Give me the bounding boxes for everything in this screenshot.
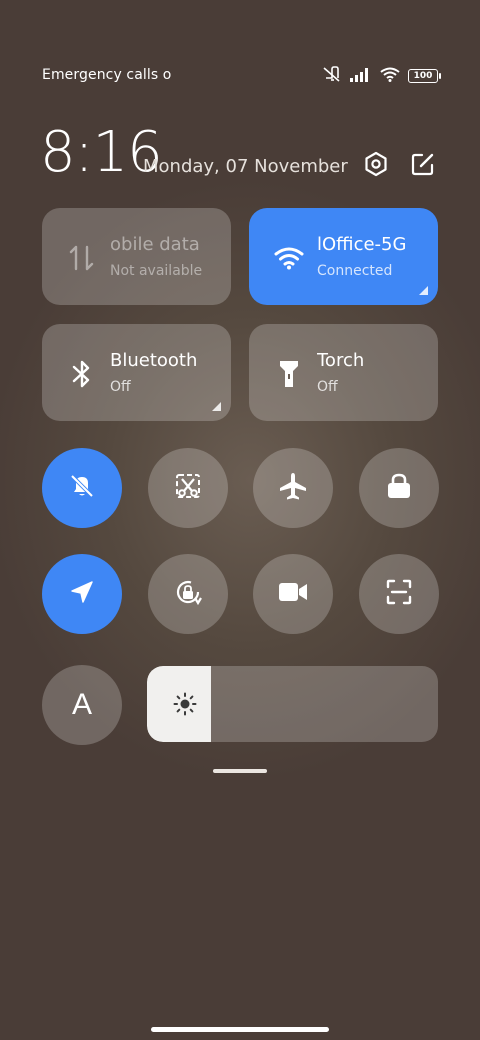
tile-torch-title: Torch [317,350,365,371]
clock-date: Monday, 07 November [143,156,348,177]
auto-brightness-button[interactable]: A [42,665,122,745]
status-carrier-text: Emergency calls o [42,67,172,83]
tile-mobile-data-subtitle: Not available [110,263,203,279]
toggle-scanner[interactable] [359,554,439,634]
toggle-screenshot[interactable] [148,448,228,528]
muted-icon [322,66,342,86]
tile-mobile-data[interactable]: obile data Not available [42,208,231,305]
tile-expand-corner-icon[interactable] [419,286,428,295]
wifi-icon [380,67,400,86]
toggle-airplane[interactable] [253,448,333,528]
home-indicator[interactable] [151,1027,329,1032]
wifi-icon [273,242,305,274]
sun-icon [173,692,197,716]
tile-torch-subtitle: Off [317,379,338,395]
battery-icon: 100 [408,69,441,83]
auto-brightness-label: A [71,688,92,721]
airplane-icon [278,471,308,505]
edit-icon[interactable] [408,149,438,179]
drag-handle[interactable] [213,769,267,773]
tile-wifi[interactable]: lOffice-5G Connected [249,208,438,305]
scan-icon [385,578,413,610]
torch-icon [273,358,305,390]
tile-bluetooth-title: Bluetooth [110,350,198,371]
toggle-silent[interactable] [42,448,122,528]
data-arrows-icon [66,242,98,274]
toggle-rotation-lock[interactable] [148,554,228,634]
signal-icon [350,67,372,86]
lock-icon [386,472,412,504]
tile-torch[interactable]: Torch Off [249,324,438,421]
tile-expand-corner-icon[interactable] [212,402,221,411]
tile-bluetooth[interactable]: Bluetooth Off [42,324,231,421]
bell-off-icon [68,472,96,504]
brightness-slider[interactable] [147,666,438,742]
settings-icon[interactable] [361,149,391,179]
tile-wifi-subtitle: Connected [317,263,393,279]
tile-wifi-title: lOffice-5G [317,234,407,255]
status-bar: Emergency calls o 100 [42,66,441,88]
location-icon [69,579,95,609]
toggle-screen-record[interactable] [253,554,333,634]
scissors-icon [174,472,202,504]
bluetooth-icon [66,358,98,390]
toggle-lock-screen[interactable] [359,448,439,528]
status-icons: 100 [322,66,441,86]
tile-mobile-data-title: obile data [110,234,200,255]
tile-bluetooth-subtitle: Off [110,379,131,395]
video-camera-icon [278,581,308,607]
rotation-lock-icon [173,577,203,611]
toggle-location[interactable] [42,554,122,634]
